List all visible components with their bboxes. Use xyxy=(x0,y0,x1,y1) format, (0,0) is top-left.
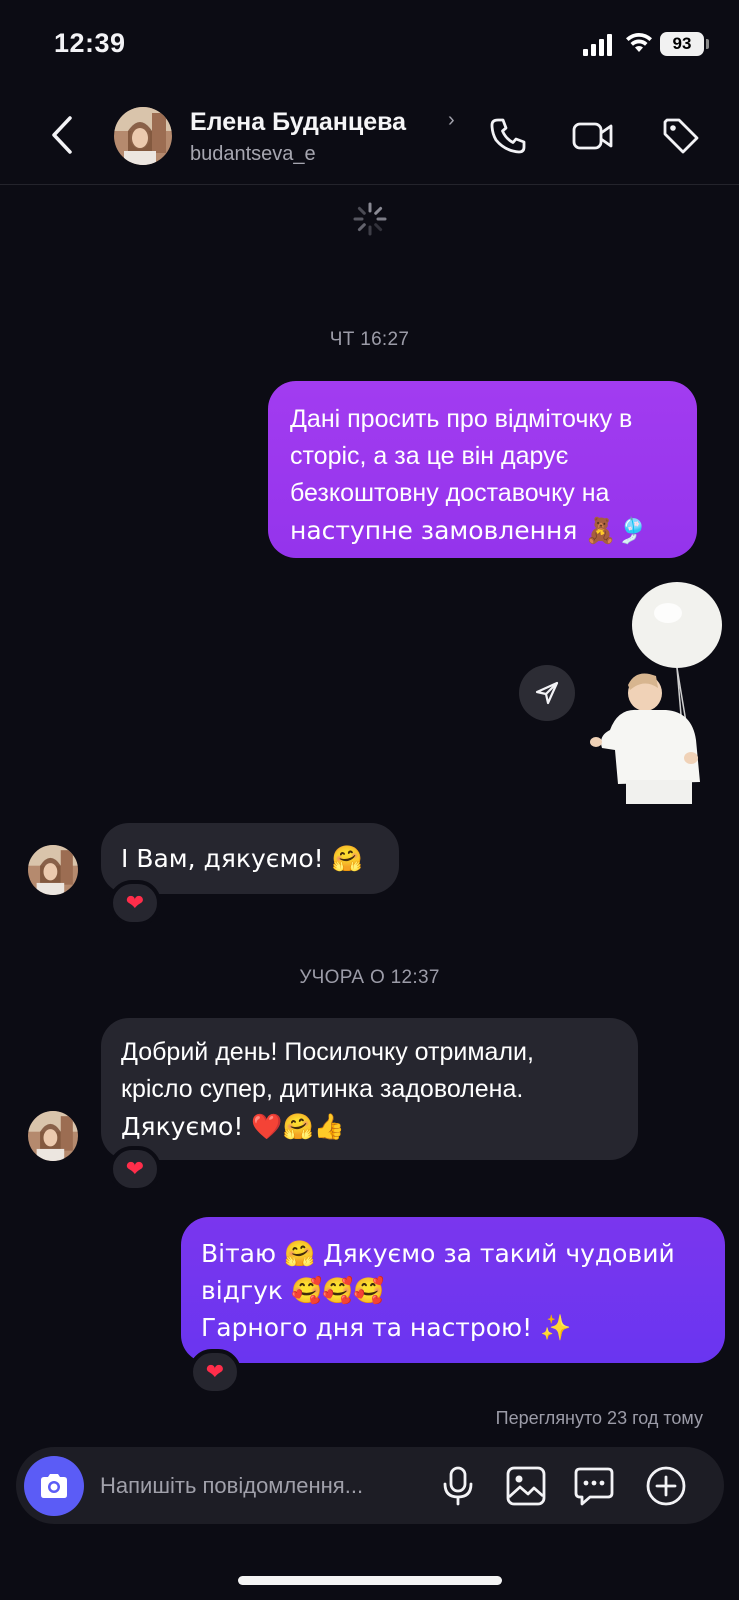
home-indicator[interactable] xyxy=(238,1576,502,1585)
chat-timestamp: ЧТ 16:27 xyxy=(329,329,410,350)
status-bar: 12:39 93 xyxy=(0,0,739,90)
message-composer xyxy=(16,1447,724,1524)
chat-header: Елена Буданцева › budantseva_e xyxy=(0,90,739,185)
incoming-message[interactable]: Добрий день! Посилочку отримали, крісло … xyxy=(101,1018,638,1160)
message-line: Гарного дня та настрою! ✨ xyxy=(201,1313,572,1342)
heart-reaction-icon[interactable]: ❤ xyxy=(109,1146,161,1192)
heart-reaction-icon[interactable]: ❤ xyxy=(189,1349,241,1395)
wifi-icon xyxy=(626,32,652,52)
message-line: крісло супер, дитинка задоволена. xyxy=(121,1075,524,1103)
sender-avatar[interactable] xyxy=(28,845,78,895)
message-input[interactable] xyxy=(100,1447,430,1524)
tag-icon[interactable] xyxy=(659,114,703,158)
back-icon[interactable] xyxy=(42,112,82,158)
status-time: 12:39 xyxy=(54,28,126,58)
contact-handle[interactable]: budantseva_e xyxy=(190,143,316,166)
share-button[interactable] xyxy=(519,665,575,721)
chevron-right-icon[interactable]: › xyxy=(448,109,455,132)
contact-name[interactable]: Елена Буданцева xyxy=(190,108,406,137)
sticker-image[interactable] xyxy=(588,580,728,805)
contact-avatar[interactable] xyxy=(114,107,172,165)
seen-status: Переглянуто 23 год тому xyxy=(495,1408,703,1428)
battery-tip xyxy=(706,39,709,49)
send-icon xyxy=(535,681,559,705)
heart-reaction-icon[interactable]: ❤ xyxy=(109,880,161,926)
message-line: наступне замовлення 🧸🎐 xyxy=(290,516,648,545)
sender-avatar[interactable] xyxy=(28,1111,78,1161)
chat-timestamp: УЧОРА О 12:37 xyxy=(299,967,440,988)
plus-icon[interactable] xyxy=(644,1464,688,1508)
message-line: сторіс, а за це він дарує xyxy=(290,442,569,470)
signal-icon xyxy=(583,34,612,56)
outgoing-message[interactable]: Дані просить про відміточку в сторіс, а … xyxy=(268,381,697,558)
video-icon[interactable] xyxy=(571,114,615,158)
outgoing-message[interactable]: Вітаю 🤗 Дякуємо за такий чудовий відгук … xyxy=(181,1217,725,1363)
gallery-icon[interactable] xyxy=(504,1464,548,1508)
loading-spinner-icon xyxy=(353,202,387,236)
message-line: Добрий день! Посилочку отримали, xyxy=(121,1038,534,1066)
camera-button[interactable] xyxy=(24,1456,84,1516)
phone-icon[interactable] xyxy=(486,114,530,158)
camera-icon xyxy=(41,1474,67,1498)
message-line: Вітаю 🤗 Дякуємо за такий чудовий xyxy=(201,1239,675,1268)
message-line: Дякуємо! ❤️🤗👍 xyxy=(121,1112,345,1141)
message-line: відгук 🥰🥰🥰 xyxy=(201,1276,385,1305)
microphone-icon[interactable] xyxy=(436,1464,480,1508)
sticker-icon[interactable] xyxy=(572,1464,616,1508)
message-line: Дані просить про відміточку в xyxy=(290,405,633,433)
message-line: І Вам, дякуємо! 🤗 xyxy=(121,844,363,873)
message-line: безкоштовну доставочку на xyxy=(290,479,610,507)
battery-indicator: 93 xyxy=(660,32,704,56)
